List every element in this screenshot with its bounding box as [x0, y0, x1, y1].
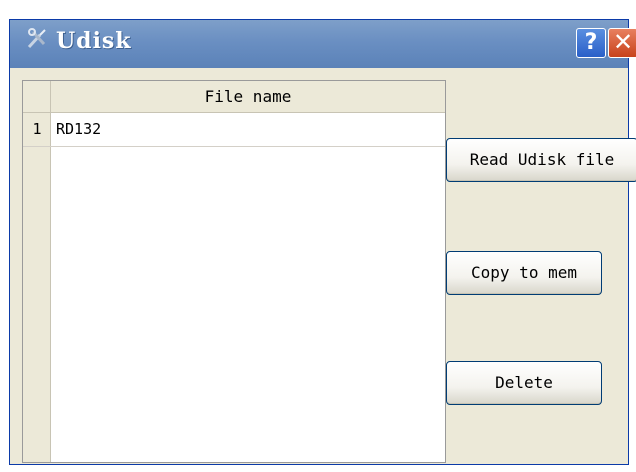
table-row[interactable]: 1 RD132 — [23, 113, 445, 147]
title-bar[interactable]: Udisk ? ✕ — [10, 20, 636, 68]
read-udisk-file-button[interactable]: Read Udisk file — [446, 138, 636, 182]
delete-button[interactable]: Delete — [446, 361, 602, 405]
tools-icon — [27, 28, 46, 49]
file-list-table: File name 1 RD132 — [22, 80, 446, 463]
column-header-file-name[interactable]: File name — [51, 81, 445, 112]
table-header: File name — [23, 81, 445, 113]
window-title: Udisk — [56, 28, 132, 54]
header-corner-cell — [23, 81, 51, 112]
help-button[interactable]: ? — [576, 28, 606, 58]
row-number: 1 — [32, 120, 42, 138]
copy-to-mem-button[interactable]: Copy to mem — [446, 251, 602, 295]
udisk-dialog: Udisk ? ✕ File name 1 RD132 Read Udisk f… — [9, 19, 636, 465]
file-name-cell[interactable]: RD132 — [56, 113, 101, 146]
close-button[interactable]: ✕ — [608, 28, 636, 58]
